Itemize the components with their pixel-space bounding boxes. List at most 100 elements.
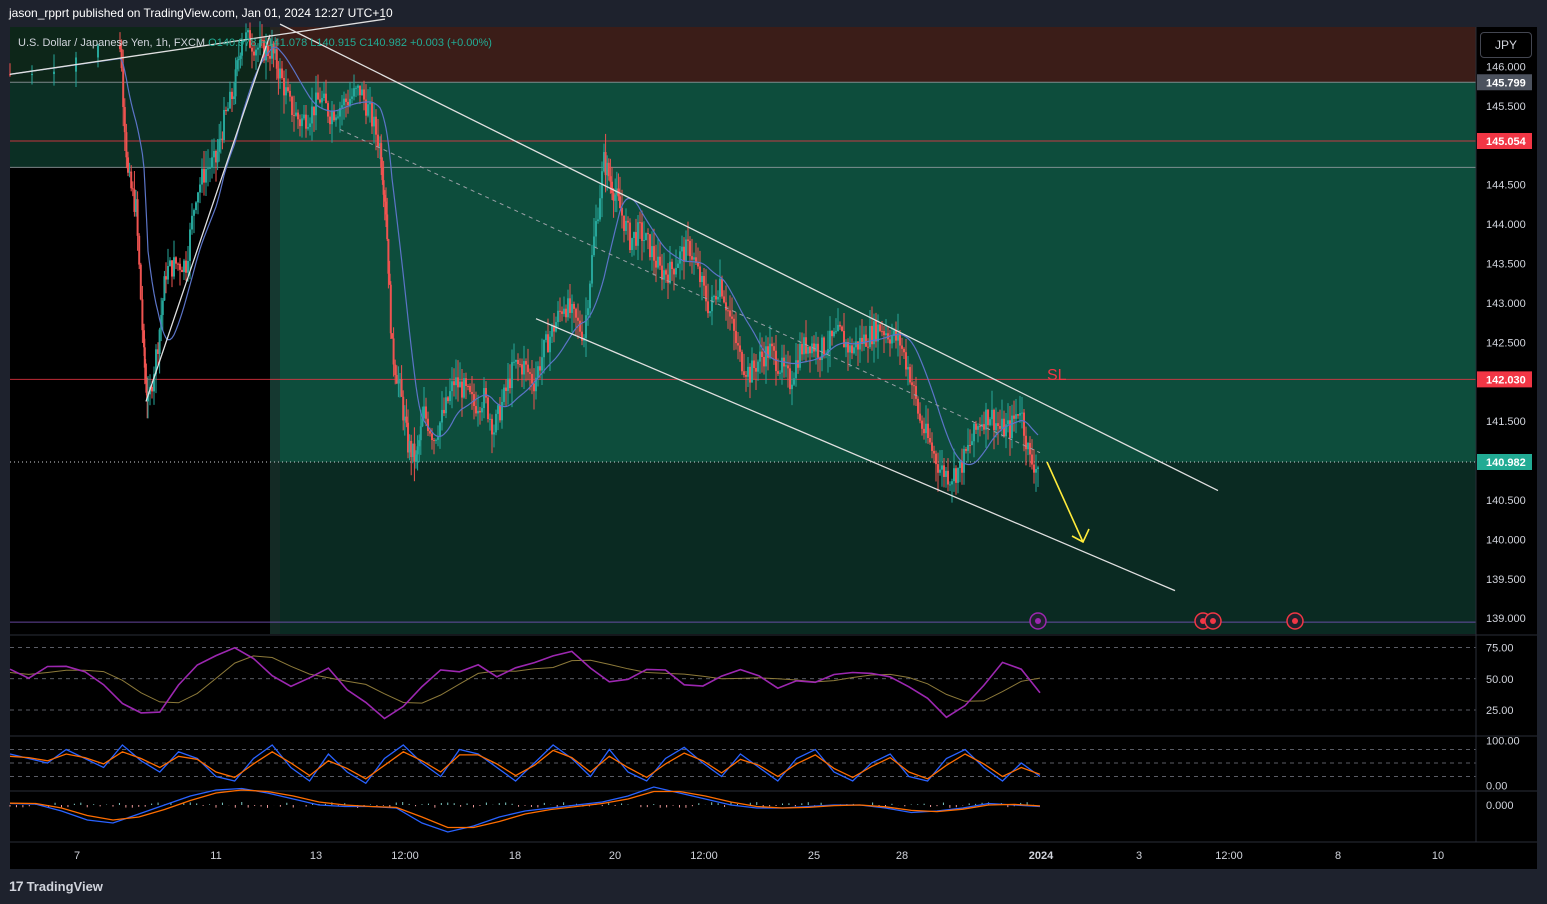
candle-body — [415, 454, 417, 462]
time-tick: 3 — [1136, 850, 1142, 862]
price-label-text: 145.054 — [1486, 136, 1527, 148]
candle-body — [793, 378, 795, 385]
time-axis: 7 11 13 12:00 18 20 12:00 25 28 2024 3 12:00 8 10 — [10, 841, 1537, 862]
sl-label: SL — [1047, 367, 1067, 384]
time-tick: 10 — [1432, 850, 1444, 862]
candle-body — [191, 215, 193, 230]
candle-body — [467, 386, 469, 388]
candle-body — [809, 346, 811, 354]
candle-body — [681, 246, 683, 252]
legend-value-2: H141.078 — [260, 37, 311, 49]
candle-body — [527, 364, 529, 373]
candle-body — [231, 91, 233, 99]
candle-body — [751, 360, 753, 383]
zones-layer — [10, 27, 1476, 634]
macd-line-1 — [9, 789, 1041, 829]
candle-body — [829, 330, 831, 350]
macd-pane: 0.000 — [9, 786, 1537, 833]
chart-canvas[interactable]: 75.00 50.00 25.00 100.000.00 0.000 146.000… — [0, 0, 1547, 904]
candle-body — [777, 371, 779, 374]
candle-body — [747, 366, 749, 377]
price-tick: 144.500 — [1486, 180, 1526, 192]
candle-body — [559, 310, 561, 312]
macd-tick: 0.000 — [1486, 800, 1514, 812]
candle-body — [879, 324, 881, 332]
candle-body — [475, 406, 477, 414]
candle-body — [183, 260, 185, 273]
candle-body — [643, 239, 645, 241]
candle-body — [903, 348, 905, 353]
candle-body — [831, 330, 833, 337]
candle-body — [1035, 469, 1037, 473]
candle-body — [477, 410, 479, 414]
candle-body — [561, 311, 563, 314]
candle-body — [429, 431, 431, 434]
candle-body — [577, 317, 579, 321]
candle-body — [175, 257, 177, 264]
candle-body — [483, 388, 485, 409]
candle-body — [449, 391, 451, 402]
candle-body — [757, 361, 759, 372]
candle-body — [669, 261, 671, 283]
candle-body — [283, 77, 285, 96]
candle-body — [345, 98, 347, 102]
candle-body — [161, 300, 164, 315]
stoch-tick: 100.00 — [1486, 736, 1520, 748]
candle-body — [641, 222, 643, 241]
candle-body — [659, 256, 661, 266]
candle-body — [721, 278, 723, 297]
candle-body — [595, 221, 597, 237]
candle-body — [397, 380, 400, 384]
candle-body — [691, 256, 693, 260]
candle-body — [171, 260, 173, 277]
candle-body — [1021, 412, 1023, 414]
candle-body — [205, 168, 207, 183]
rsi-tick: 25.00 — [1486, 705, 1514, 717]
candle-body — [683, 246, 685, 262]
candle-body — [373, 116, 375, 127]
candle-body — [739, 345, 741, 352]
candle-body — [853, 347, 855, 354]
candle-body — [987, 409, 989, 426]
candle-body — [711, 296, 713, 312]
candle-body — [229, 91, 231, 109]
zone-top-red — [270, 27, 1476, 83]
candle-body — [416, 446, 419, 455]
candle-body — [291, 96, 293, 116]
candle-body — [717, 296, 719, 300]
candle-body — [637, 222, 639, 246]
candle-body — [823, 337, 825, 355]
candle-body — [685, 239, 687, 262]
candle-body — [169, 260, 171, 267]
candle-body — [869, 325, 871, 348]
candle-body — [599, 198, 601, 220]
candle-body — [713, 296, 715, 298]
time-tick: 12:00 — [1215, 850, 1243, 862]
stochastic-pane: 100.000.00 — [9, 735, 1537, 793]
candle-body — [405, 416, 408, 423]
candle-body — [765, 346, 767, 367]
candle-body — [138, 235, 141, 265]
candle-body — [645, 233, 647, 240]
candle-body — [633, 232, 635, 239]
candle-body — [457, 377, 459, 388]
candle-body — [625, 220, 627, 231]
stoch-line-1 — [9, 749, 1041, 780]
candle-body — [773, 346, 775, 351]
candle-body — [749, 366, 751, 383]
candle-body — [817, 343, 819, 358]
candle-body — [891, 335, 893, 344]
candle-body — [386, 214, 389, 240]
dividend-icon-dot — [1035, 618, 1041, 624]
price-label-text: 142.030 — [1486, 374, 1526, 386]
candle-body — [517, 359, 519, 365]
candle-body — [349, 98, 351, 106]
candle-body — [359, 85, 361, 96]
candle-body — [309, 123, 311, 128]
candle-body — [855, 341, 857, 348]
candle-body — [541, 357, 543, 371]
candle-body — [295, 112, 297, 116]
currency-selector[interactable]: JPY — [1480, 32, 1532, 58]
candle-body — [321, 98, 323, 103]
candle-body — [335, 117, 337, 121]
